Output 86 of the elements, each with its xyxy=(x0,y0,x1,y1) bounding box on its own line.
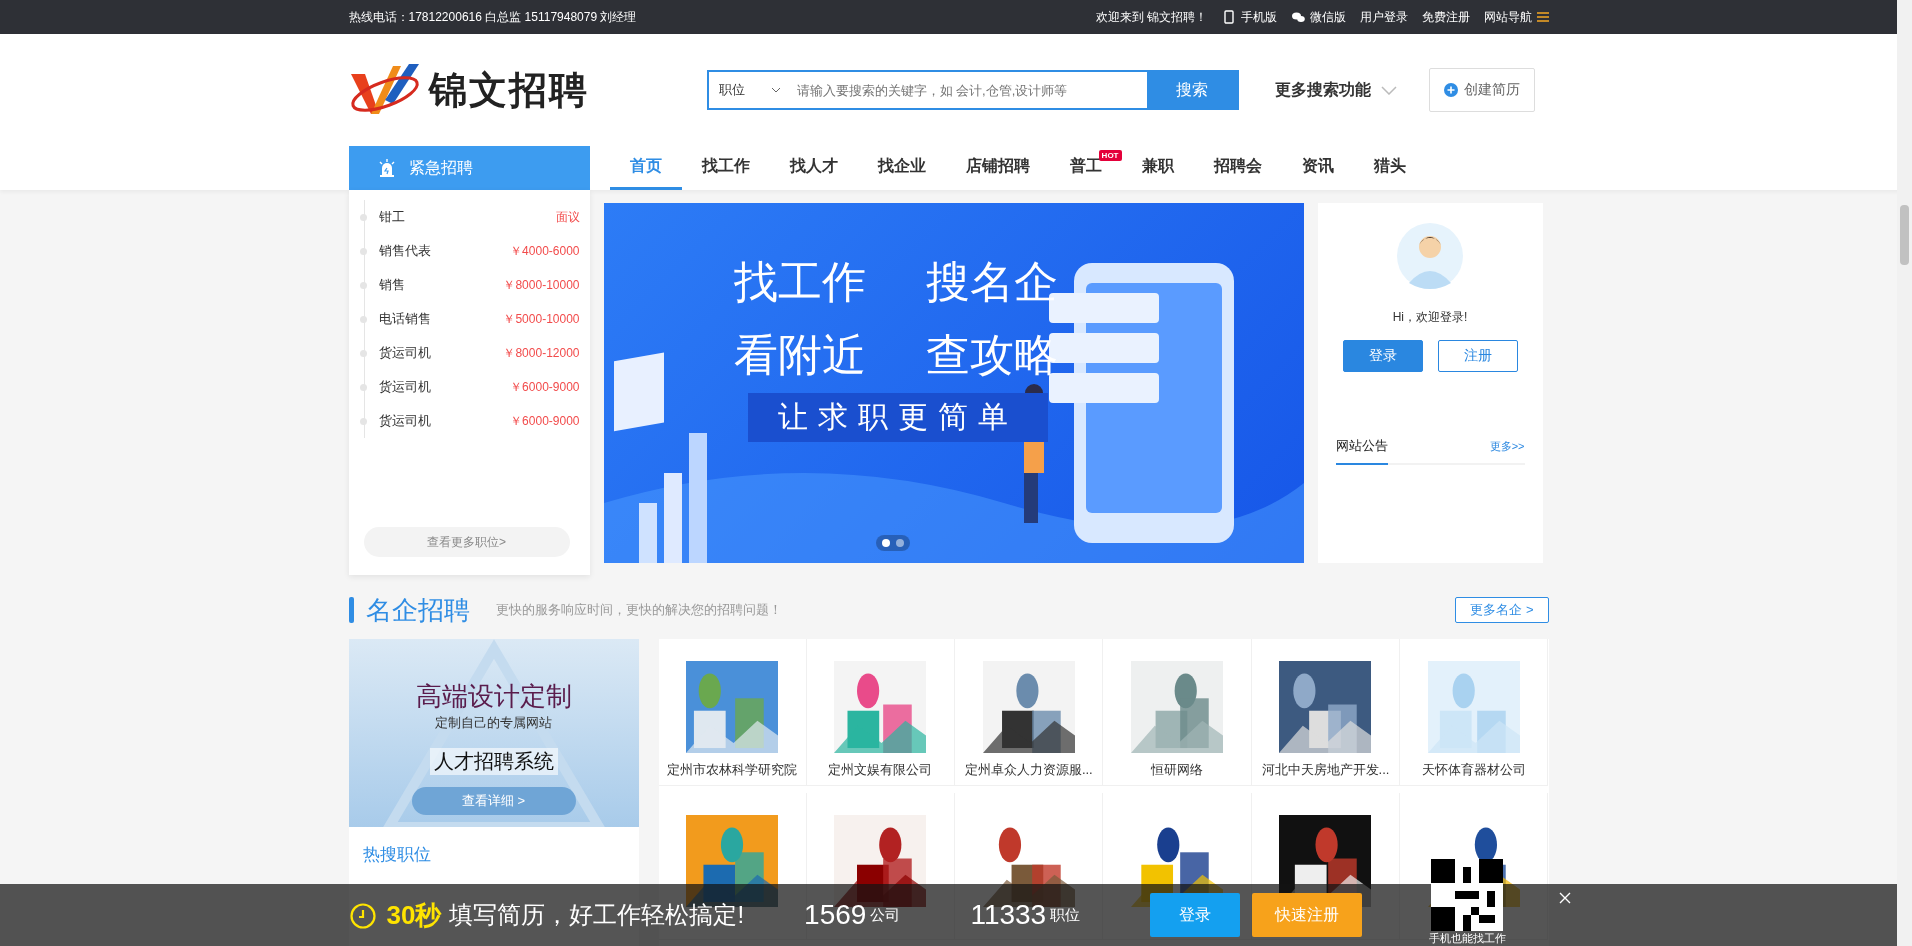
top-link[interactable]: 免费注册 xyxy=(1421,8,1470,26)
timeline-dot xyxy=(359,315,367,323)
timeline-dot xyxy=(359,417,367,425)
job-title[interactable]: 货运司机 xyxy=(378,412,431,430)
job-salary: ￥8000-10000 xyxy=(503,276,580,294)
hot-jobs-title: 热搜职位 xyxy=(362,845,431,864)
nav-tab[interactable]: 资讯 xyxy=(1281,146,1354,190)
qr-caption: 手机也能找工作 xyxy=(1428,931,1506,946)
menu-icon xyxy=(1536,12,1549,22)
logo-text: 锦文招聘 xyxy=(428,67,589,113)
more-companies-button[interactable]: 更多名企 > xyxy=(1455,597,1549,623)
chevron-icon xyxy=(770,87,781,93)
nav-tab[interactable]: 招聘会 xyxy=(1193,146,1282,190)
timeline-dot xyxy=(359,349,367,357)
timeline-dot xyxy=(359,213,367,221)
greeting-text: Hi，欢迎登录! xyxy=(1392,309,1468,326)
banner[interactable]: 找工作 搜名企 看附近 查攻略 让求职更简单 xyxy=(603,203,1304,563)
job-title[interactable]: 销售代表 xyxy=(378,242,431,260)
timeline-dot xyxy=(359,383,367,391)
wechat-link[interactable]: 微信版 xyxy=(1290,8,1346,26)
carousel-dots xyxy=(875,535,910,551)
banner-slogan: 让求职更简单 xyxy=(747,393,1048,442)
timeline-dot xyxy=(359,247,367,255)
ad-banner[interactable]: 高端设计定制 定制自己的专属网站 人才招聘系统 查看详细 > xyxy=(348,639,639,827)
more-link[interactable]: 更多>> xyxy=(1489,438,1525,454)
section-subtitle: 更快的服务响应时间，更快的解决您的招聘问题！ xyxy=(495,601,782,619)
job-salary: ￥6000-9000 xyxy=(510,378,580,396)
clock-icon xyxy=(348,901,377,929)
company-name[interactable]: 定州卓众人力资源服... xyxy=(964,761,1093,779)
hot-badge: HOT xyxy=(1098,150,1122,161)
banner-text: 搜名企 xyxy=(925,256,1058,308)
company-name[interactable]: 定州文娱有限公司 xyxy=(828,761,933,779)
login-button[interactable]: 登录 xyxy=(1342,340,1423,372)
job-salary: ￥4000-6000 xyxy=(510,242,580,260)
welcome-text: 欢迎来到 锦文招聘！ xyxy=(1096,8,1208,26)
nav-tab[interactable]: 店铺招聘 xyxy=(945,146,1050,190)
avatar-icon xyxy=(1397,223,1463,289)
job-title[interactable]: 货运司机 xyxy=(378,344,431,362)
wechat-icon xyxy=(1290,10,1305,24)
top-link[interactable]: 网站导航 xyxy=(1483,8,1549,26)
job-salary: ￥5000-10000 xyxy=(503,310,580,328)
phone-icon xyxy=(1221,10,1236,24)
job-salary: ￥6000-9000 xyxy=(510,412,580,430)
nav-tab[interactable]: 兼职 xyxy=(1121,146,1194,190)
nav-tab[interactable]: 找企业 xyxy=(857,146,946,190)
job-count: 11333 xyxy=(970,899,1047,931)
company-name[interactable]: 河北中天房地产开发... xyxy=(1261,761,1390,779)
chevron-icon xyxy=(1380,85,1397,95)
accent-bar xyxy=(348,597,354,623)
seconds-text: 30秒 xyxy=(386,898,442,932)
more-search-link[interactable]: 更多搜索功能 xyxy=(1268,78,1403,102)
top-link[interactable]: 用户登录 xyxy=(1359,8,1408,26)
ad-headline: 高端设计定制 xyxy=(415,680,572,713)
company-name[interactable]: 天怀体育器材公司 xyxy=(1421,761,1526,779)
timeline-dot xyxy=(359,281,367,289)
notice-tab[interactable]: 网站公告 xyxy=(1335,437,1388,465)
qr-code-icon xyxy=(1431,859,1503,931)
nav-tab[interactable]: 找人才 xyxy=(769,146,858,190)
urgent-title: 紧急招聘 xyxy=(408,157,473,178)
job-title[interactable]: 钳工 xyxy=(378,208,405,226)
nav-tab[interactable]: 猎头 xyxy=(1353,146,1426,190)
hotline-text: 热线电话：17812200616 白总监 15117948079 刘经理 xyxy=(348,8,637,26)
plus-icon xyxy=(1443,83,1458,97)
job-salary: 面议 xyxy=(555,208,580,226)
job-title[interactable]: 电话销售 xyxy=(378,310,431,328)
search-box[interactable]: 职位 请输入要搜索的关键字，如 会计,仓管,设计师等 搜索 xyxy=(706,70,1239,110)
banner-text: 看附近 xyxy=(733,329,866,381)
job-salary: ￥8000-12000 xyxy=(503,344,580,362)
scrollbar[interactable] xyxy=(1897,0,1912,946)
promo-text: 填写简历，好工作轻松搞定! xyxy=(449,900,745,930)
company-unit: 公司 xyxy=(870,905,901,925)
banner-text: 查攻略 xyxy=(925,329,1058,381)
create-resume-button[interactable]: 创建简历 xyxy=(1428,68,1535,112)
ad-product: 人才招聘系统 xyxy=(429,748,558,775)
ad-subtitle: 定制自己的专属网站 xyxy=(435,714,552,732)
job-unit: 职位 xyxy=(1050,905,1081,925)
job-title[interactable]: 货运司机 xyxy=(378,378,431,396)
company-count: 1569 xyxy=(804,899,867,931)
mobile-link[interactable]: 手机版 xyxy=(1221,8,1277,26)
job-title[interactable]: 销售 xyxy=(378,276,405,294)
section-title: 名企招聘 xyxy=(365,593,470,627)
company-name[interactable]: 恒研网络 xyxy=(1151,761,1204,779)
register-button[interactable]: 注册 xyxy=(1437,340,1518,372)
banner-text: 找工作 xyxy=(733,256,866,308)
company-name[interactable]: 定州市农林科学研究院 xyxy=(667,761,798,779)
nav-tab[interactable]: 找工作 xyxy=(681,146,770,190)
